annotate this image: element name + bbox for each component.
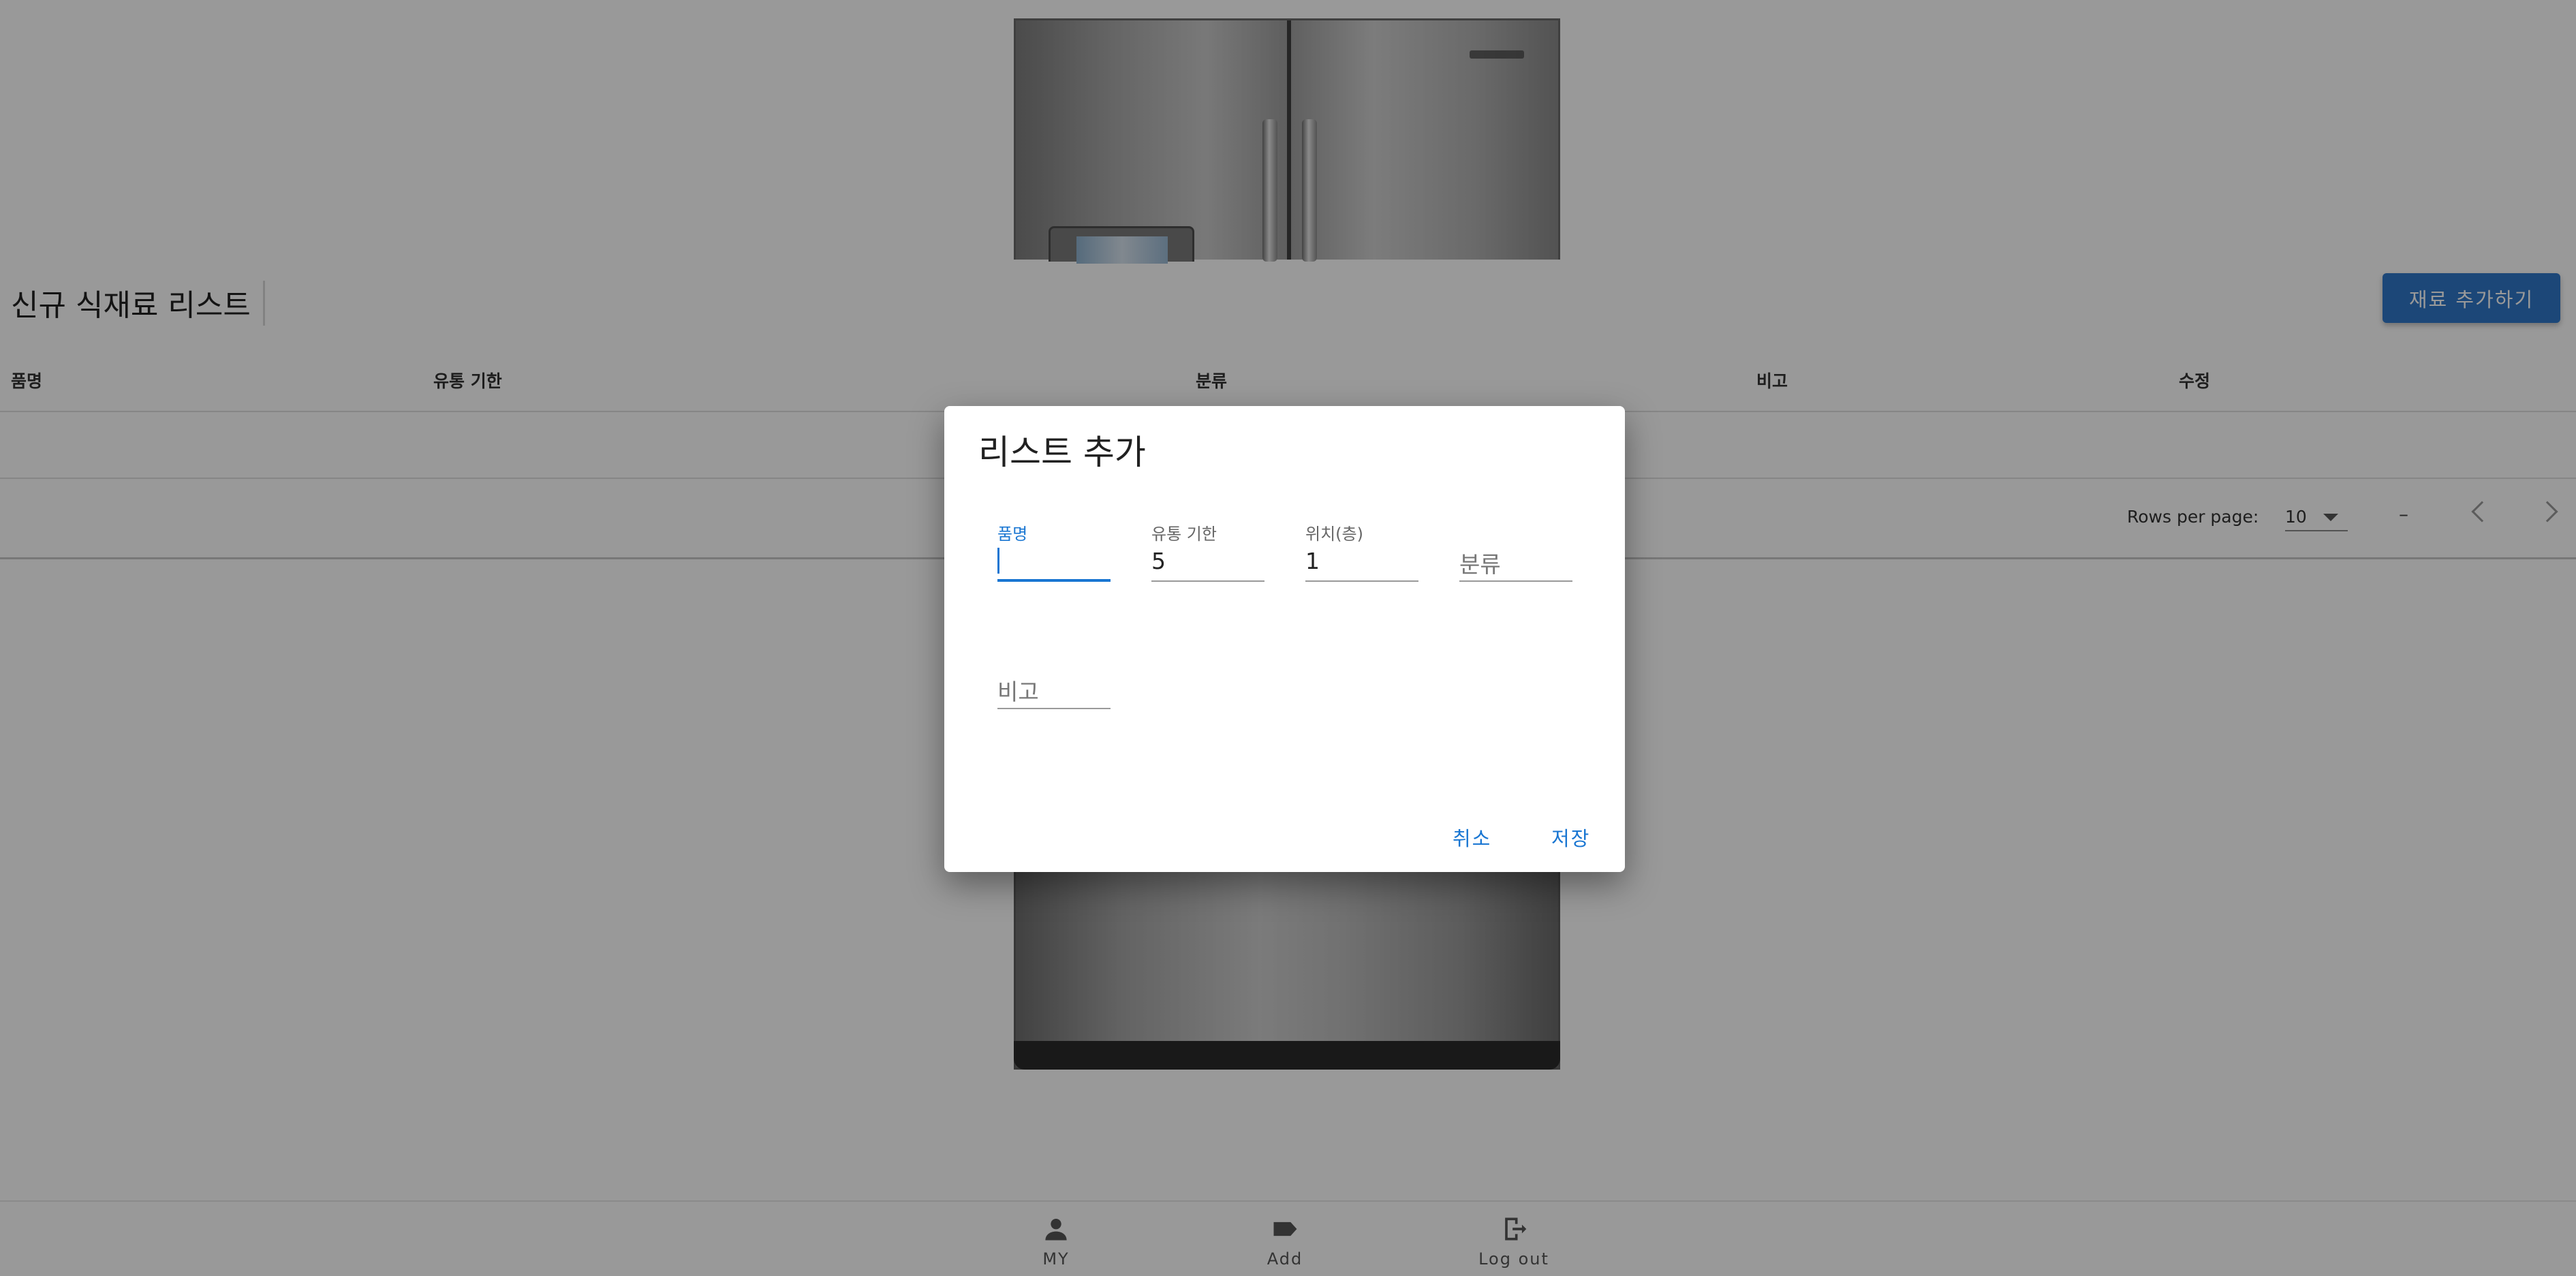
expiry-field-underline	[1151, 580, 1264, 582]
position-field-value: 1	[1305, 548, 1320, 574]
category-field-placeholder: 분류	[1459, 551, 1501, 578]
category-field-underline	[1459, 580, 1572, 582]
expiry-field-value: 5	[1151, 548, 1166, 574]
save-button[interactable]: 저장	[1551, 823, 1590, 852]
add-list-dialog: 리스트 추가 품명 유통 기한 5 위치(층) 1 분류 비고 취소 저장	[944, 406, 1625, 872]
dialog-title: 리스트 추가	[978, 433, 1146, 472]
app-root: 신규 식재료 리스트 재료 추가하기 품명 유통 기한 분류 비고 수정 Row…	[0, 0, 2576, 1276]
position-field-underline	[1305, 580, 1418, 582]
expiry-field-label: 유통 기한	[1151, 525, 1217, 544]
position-field-label: 위치(층)	[1305, 525, 1363, 544]
text-cursor	[997, 548, 999, 574]
name-field[interactable]: 품명	[997, 520, 1111, 582]
category-field[interactable]: 분류	[1459, 520, 1572, 582]
name-field-label: 품명	[997, 525, 1028, 544]
cancel-button[interactable]: 취소	[1453, 823, 1491, 852]
note-field-underline	[997, 708, 1111, 709]
note-field[interactable]: 비고	[997, 648, 1111, 709]
position-field[interactable]: 위치(층) 1	[1305, 520, 1418, 582]
expiry-field[interactable]: 유통 기한 5	[1151, 520, 1264, 582]
name-field-underline	[997, 579, 1111, 582]
note-field-placeholder: 비고	[997, 679, 1039, 705]
